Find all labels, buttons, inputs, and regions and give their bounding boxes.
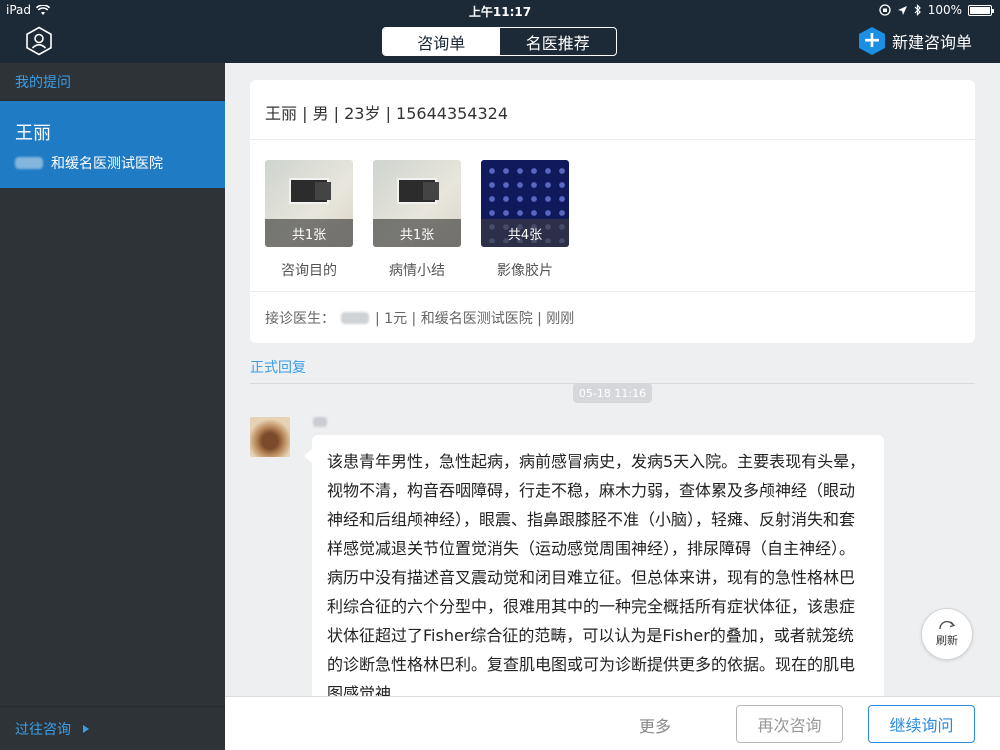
blurred-sender-name — [313, 417, 327, 427]
battery-icon — [968, 4, 994, 16]
orientation-lock-icon — [879, 4, 891, 16]
doctor-avatar — [250, 417, 290, 457]
more-button[interactable]: 更多 — [639, 713, 671, 737]
segmented-control: 咨询单 名医推荐 — [382, 27, 617, 56]
attending-doctor-line: 接诊医生： | 1元 | 和缓名医测试医院 | 刚刚 — [250, 291, 975, 343]
consult-again-button[interactable]: 再次咨询 — [736, 705, 843, 743]
battery-fill — [970, 6, 990, 14]
image-count: 共4张 — [481, 219, 569, 247]
battery-percent: 100% — [927, 3, 962, 17]
tab-consult-form[interactable]: 咨询单 — [383, 28, 500, 55]
sidebar-header: 我的提问 — [0, 63, 225, 101]
location-arrow-icon — [897, 5, 907, 15]
past-consults-link[interactable]: 过往咨询 — [0, 706, 225, 750]
user-profile-icon[interactable] — [24, 26, 54, 56]
doctor-details: | 1元 | 和缓名医测试医院 | 刚刚 — [375, 310, 575, 327]
past-consults-label: 过往咨询 — [15, 721, 71, 738]
attachment-thumbnail: 共4张 — [481, 160, 569, 247]
attachment-label: 病情小结 — [389, 263, 445, 279]
status-time: 上午11:17 — [468, 5, 532, 19]
sidebar: 我的提问 王丽 和缓名医测试医院 过往咨询 — [0, 63, 225, 750]
main-content: 王丽 | 男 | 23岁 | 15644354324 共1张 咨询目的 共1张 … — [225, 63, 1000, 696]
attachment-consult-purpose[interactable]: 共1张 咨询目的 — [265, 160, 353, 280]
attachment-label: 影像胶片 — [497, 263, 553, 279]
bottom-action-bar: 更多 再次咨询 继续询问 — [225, 696, 1000, 750]
status-bar: iPad 上午11:17 100% — [0, 0, 1000, 20]
blurred-doctor-name — [15, 157, 43, 169]
continue-asking-button[interactable]: 继续询问 — [868, 705, 975, 743]
refresh-button[interactable]: 刷新 — [921, 608, 973, 660]
blurred-doctor-name — [341, 311, 369, 324]
sidebar-item-hospital: 和缓名医测试医院 — [51, 156, 163, 172]
attachment-condition-summary[interactable]: 共1张 病情小结 — [373, 160, 461, 280]
reply-message-bubble: 该患青年男性，急性起病，病前感冒病史，发病5天入院。主要表现有头晕，视物不清，构… — [304, 435, 884, 696]
new-consult-button[interactable]: + 新建咨询单 — [858, 27, 972, 55]
new-consult-label: 新建咨询单 — [891, 33, 972, 52]
top-navigation-bar: iPad 上午11:17 100% 咨询单 名医推荐 + 新建咨询单 — [0, 0, 1000, 63]
image-count: 共1张 — [265, 219, 353, 247]
bluetooth-icon — [914, 4, 921, 16]
sidebar-item-name: 王丽 — [15, 123, 51, 144]
attachment-imaging-films[interactable]: 共4张 影像胶片 — [481, 160, 569, 280]
consult-card: 王丽 | 男 | 23岁 | 15644354324 共1张 咨询目的 共1张 … — [250, 80, 975, 343]
attachment-thumbnail: 共1张 — [265, 160, 353, 247]
attachments: 共1张 咨询目的 共1张 病情小结 共4张 影像胶片 — [250, 140, 975, 280]
status-right: 100% — [879, 3, 994, 17]
refresh-label: 刷新 — [936, 634, 958, 647]
message-timestamp: 05-18 11:16 — [573, 383, 652, 403]
doctor-prefix: 接诊医生： — [265, 310, 335, 327]
reply-message-text: 该患青年男性，急性起病，病前感冒病史，发病5天入院。主要表现有头晕，视物不清，构… — [327, 452, 866, 696]
caret-right-icon — [83, 724, 89, 733]
plus-icon: + — [858, 27, 885, 55]
image-count: 共1张 — [373, 219, 461, 247]
formal-reply-header: 正式回复 — [250, 357, 975, 384]
sidebar-item-consult[interactable]: 王丽 和缓名医测试医院 — [0, 101, 225, 188]
patient-info: 王丽 | 男 | 23岁 | 15644354324 — [250, 80, 975, 140]
attachment-label: 咨询目的 — [281, 263, 337, 279]
tab-doctor-recommend[interactable]: 名医推荐 — [500, 28, 617, 55]
attachment-thumbnail: 共1张 — [373, 160, 461, 247]
